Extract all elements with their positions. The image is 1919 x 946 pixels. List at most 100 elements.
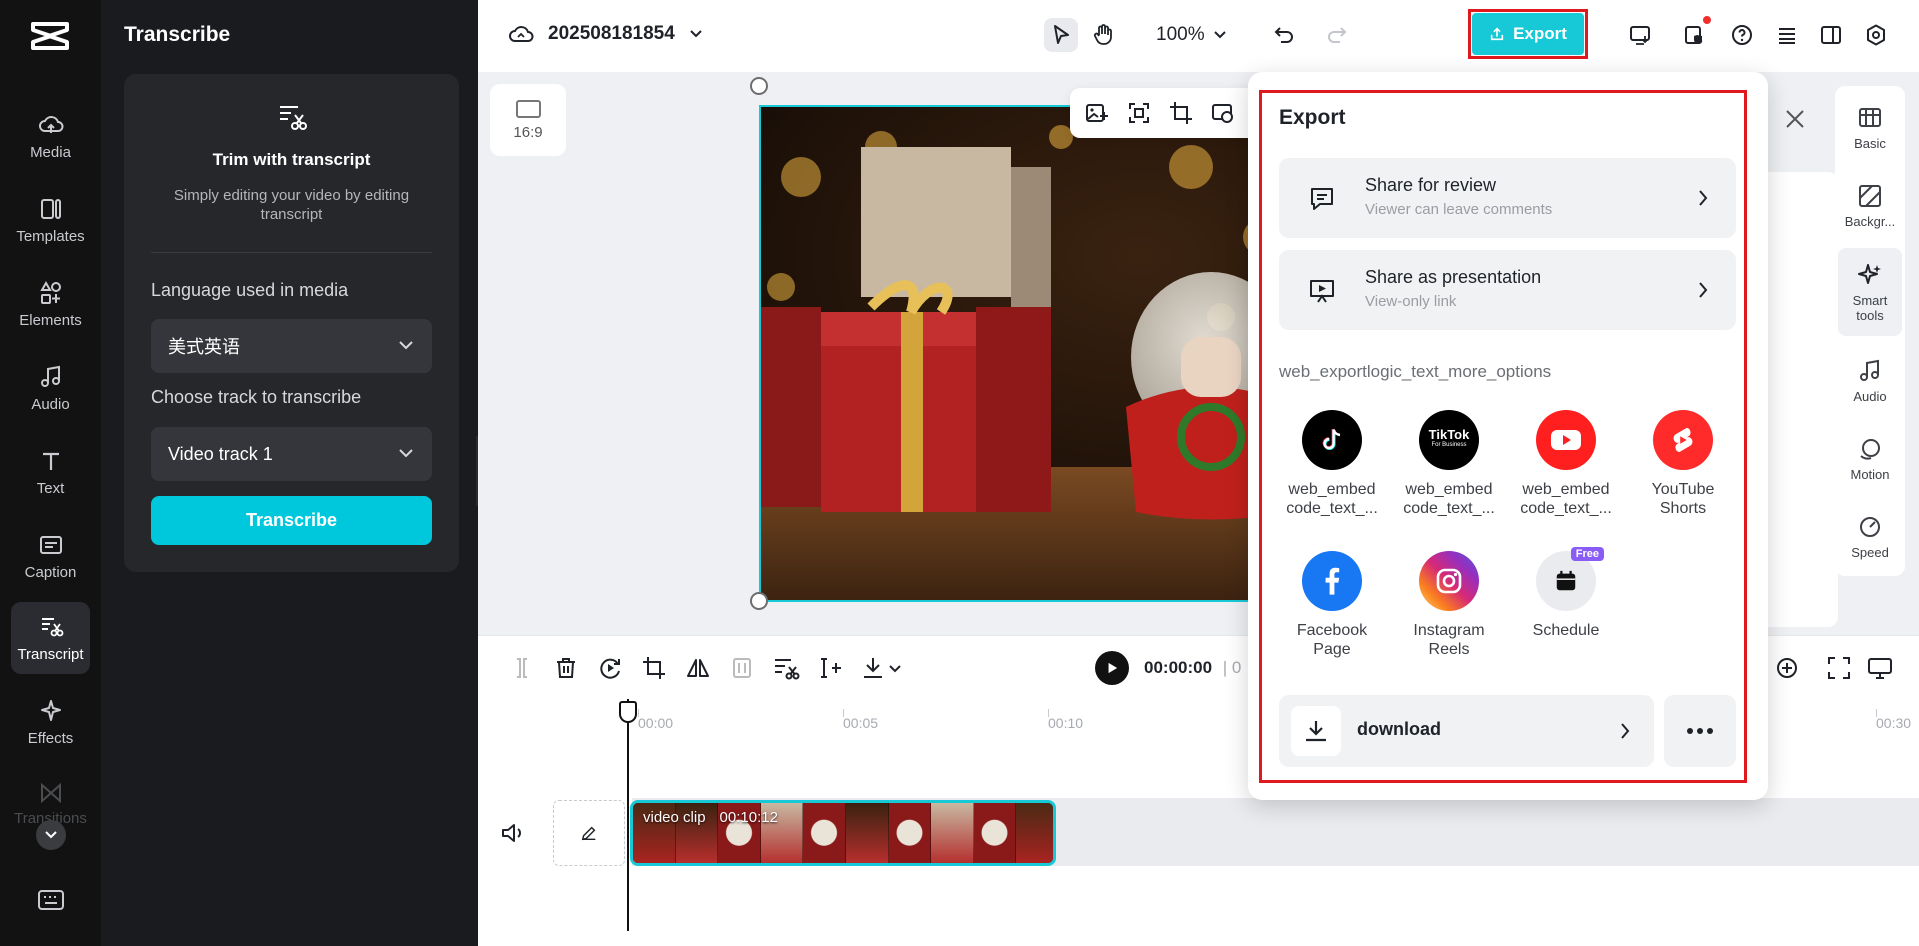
gear-icon [1867, 24, 1885, 46]
flip-icon[interactable] [684, 654, 712, 682]
project-name: 202508181854 [548, 23, 675, 44]
right-rail: Basic Backgr... Smart tools Audio Motion… [1835, 86, 1905, 576]
delete-icon[interactable] [552, 654, 580, 682]
cover-edit-button[interactable] [553, 800, 625, 866]
close-icon[interactable] [1782, 106, 1808, 132]
transitions-icon [40, 782, 61, 804]
track-label: Choose track to transcribe [151, 387, 362, 407]
comment-monitor-icon[interactable] [1866, 654, 1894, 682]
rail-item-motion[interactable]: Motion [1838, 419, 1902, 499]
cloud-upload-icon [38, 115, 63, 133]
rail-label: Smart tools [1852, 292, 1888, 323]
chevron-down-icon [399, 449, 413, 458]
card-subtitle: Simply editing your video by editing tra… [173, 187, 410, 223]
divider [151, 252, 432, 253]
rail-item-templates[interactable]: Templates [11, 184, 90, 256]
hand-tool-button[interactable] [1086, 18, 1120, 52]
clip-label: video clip 00:10:12 [643, 809, 778, 826]
ruler-label: 00:00 [638, 715, 674, 731]
rail-item-caption[interactable]: Caption [11, 520, 90, 592]
rail-item-effects[interactable]: Effects [11, 686, 90, 758]
undo-button[interactable] [1267, 18, 1301, 52]
ruler-label: 00:30 [1876, 715, 1912, 731]
rail-label: Audio [1853, 389, 1887, 404]
settings-button[interactable] [1859, 18, 1893, 52]
zoom-in-icon[interactable] [1773, 654, 1801, 682]
speaker-icon[interactable] [500, 822, 524, 844]
project-title[interactable]: 202508181854 [508, 22, 703, 46]
crop-icon[interactable] [1168, 100, 1194, 126]
undo-icon [1274, 27, 1293, 43]
current-time: 00:00:00 [1144, 658, 1213, 677]
clip-duration: 00:10:12 [719, 809, 778, 826]
zoom-select[interactable]: 100% [1156, 24, 1227, 46]
layers-button[interactable] [1770, 18, 1804, 52]
track-select[interactable]: Video track 1 [151, 427, 432, 481]
sparkle-icon [40, 699, 61, 721]
timecode: 00:00:00 | 0 [1144, 658, 1241, 678]
auto-reframe-icon[interactable] [816, 654, 844, 682]
rail-item-media[interactable]: Media [11, 100, 90, 172]
video-clip[interactable]: video clip 00:10:12 [630, 800, 1056, 866]
rail-label: Speed [1851, 545, 1889, 560]
play-button[interactable] [1095, 651, 1129, 685]
export-panel-highlight [1259, 90, 1747, 783]
rail-item-background[interactable]: Backgr... [1838, 166, 1902, 246]
rail-item-text[interactable]: Text [11, 436, 90, 508]
monitor-download-icon [1630, 26, 1650, 45]
keyboard-icon[interactable] [37, 888, 65, 912]
replace-image-icon[interactable] [1084, 100, 1110, 126]
transcribe-button[interactable]: Transcribe [151, 496, 432, 545]
layout-toggle-button[interactable] [1814, 18, 1848, 52]
screen-record-button[interactable] [1623, 18, 1657, 52]
redo-button[interactable] [1320, 18, 1354, 52]
rail-item-basic[interactable]: Basic [1838, 88, 1902, 168]
rail-label: Basic [1854, 136, 1886, 151]
language-select[interactable]: 美式英语 [151, 319, 432, 373]
rail-label: Transcript [17, 645, 84, 663]
rail-item-smart-tools[interactable]: Smart tools [1838, 248, 1902, 336]
canvas-floating-toolbar [1070, 88, 1260, 138]
shield-icon [1685, 26, 1703, 44]
clip-frame [931, 803, 974, 863]
rail-item-elements[interactable]: Elements [11, 268, 90, 340]
focus-frame-icon[interactable] [1126, 100, 1152, 126]
freeze-icon[interactable] [728, 654, 756, 682]
rail-label: Templates [16, 227, 85, 245]
language-label: Language used in media [151, 280, 349, 300]
download-menu-icon[interactable] [860, 654, 904, 682]
help-button[interactable] [1725, 18, 1759, 52]
timecode-separator: | 0 [1222, 658, 1242, 677]
clip-frame [888, 803, 932, 863]
select-tool-button[interactable] [1044, 18, 1078, 52]
templates-icon [40, 198, 61, 219]
aspect-ratio-icon [515, 99, 541, 118]
crop-icon[interactable] [640, 654, 668, 682]
aspect-ratio-button[interactable]: 16:9 [490, 84, 566, 156]
pencil-icon [581, 826, 596, 841]
zoom-value: 100% [1156, 24, 1205, 45]
rail-more-button[interactable] [36, 820, 66, 850]
capcut-logo-icon[interactable] [29, 18, 71, 54]
mask-icon[interactable] [1210, 100, 1236, 126]
rail-item-speed[interactable]: Speed [1838, 497, 1902, 577]
export-button-highlight [1468, 9, 1588, 59]
split-panel-icon [1821, 26, 1841, 44]
playhead-handle[interactable] [619, 701, 637, 723]
playhead[interactable] [627, 699, 629, 931]
rail-item-transcript[interactable]: Transcript [11, 602, 90, 674]
clip-frame [845, 803, 889, 863]
resize-handle-top-left[interactable] [750, 77, 768, 95]
split-icon[interactable] [508, 654, 536, 682]
resize-handle-bottom-left[interactable] [750, 592, 768, 610]
loop-play-icon[interactable] [596, 654, 624, 682]
fullscreen-icon[interactable] [1825, 654, 1853, 682]
transcript-trim-icon[interactable] [772, 654, 800, 682]
clip-frame [803, 803, 846, 863]
rail-label: Audio [31, 395, 70, 413]
transcript-icon [41, 617, 63, 636]
ruler-label: 00:10 [1048, 715, 1084, 731]
rail-item-audio[interactable]: Audio [11, 352, 90, 424]
rail-item-audio-props[interactable]: Audio [1838, 341, 1902, 421]
elements-icon [39, 280, 61, 304]
